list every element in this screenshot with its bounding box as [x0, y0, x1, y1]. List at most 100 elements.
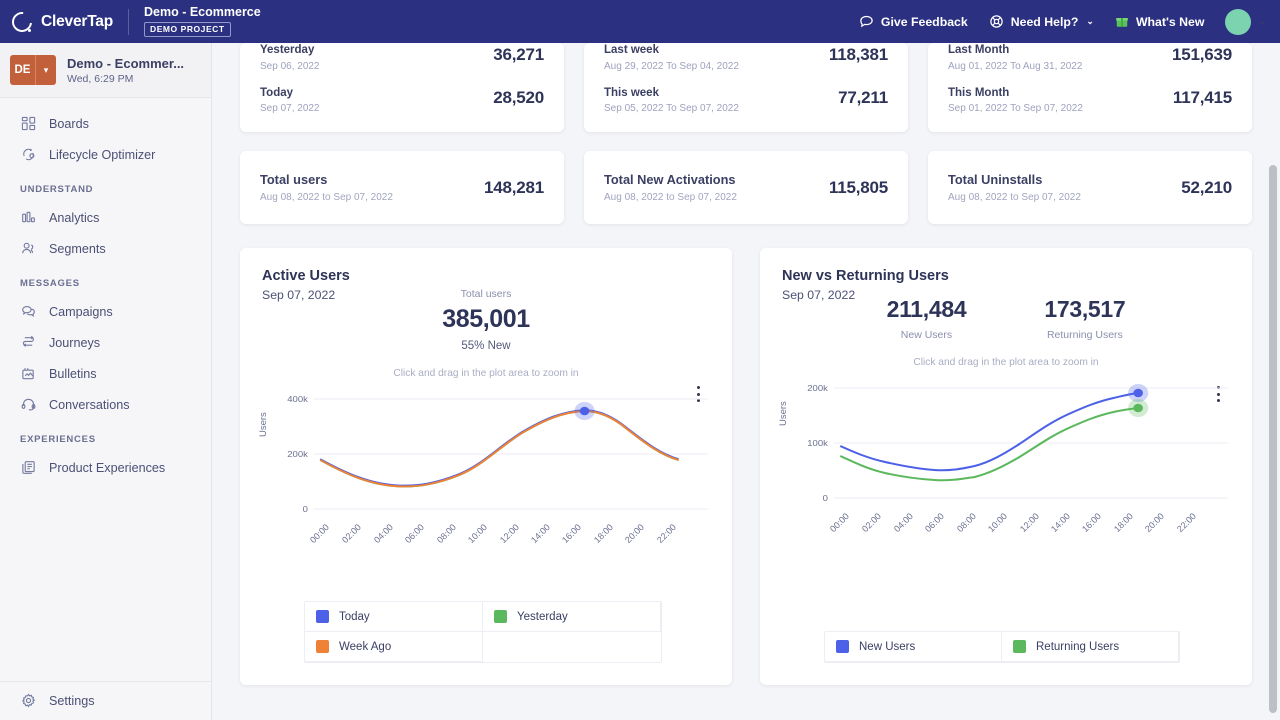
metric-label-block: Yesterday Sep 06, 2022 — [260, 43, 320, 72]
legend-item-returning-users[interactable]: Returning Users — [1002, 632, 1179, 662]
ytick-label: 400k — [287, 394, 308, 403]
new-vs-returning-xaxis: 00:00 02:00 04:00 06:00 08:00 10:00 12:0… — [828, 524, 1222, 566]
ytick-label: 0 — [823, 493, 828, 502]
metric-cards-row: Yesterday Sep 06, 2022 36,271 Today Sep … — [240, 43, 1252, 132]
metric-title: Yesterday — [260, 43, 320, 59]
clevertap-logo-icon — [12, 12, 32, 32]
metric-card: Last week Aug 29, 2022 To Sep 04, 2022 1… — [584, 43, 908, 132]
metric-value: 77,211 — [838, 86, 888, 108]
sidebar-project-time: Wed, 6:29 PM — [67, 73, 184, 85]
total-new-activations-card: Total New Activations Aug 08, 2022 to Se… — [584, 151, 908, 224]
campaigns-icon — [20, 303, 37, 320]
sidebar-item-settings[interactable]: Settings — [0, 682, 211, 720]
legend-swatch — [316, 640, 329, 653]
brand-logo[interactable]: CleverTap — [12, 12, 113, 32]
lifecycle-icon — [20, 146, 37, 163]
sidebar-item-conversations[interactable]: Conversations — [0, 389, 211, 420]
kpi-value: 211,484 — [887, 296, 967, 323]
sidebar-item-label: Settings — [49, 694, 95, 708]
active-users-svg[interactable]: 400k 200k 0 — [262, 385, 710, 535]
hover-marker-returning-users[interactable] — [1133, 404, 1143, 413]
sidebar-item-label: Boards — [49, 117, 89, 131]
sidebar-item-label: Lifecycle Optimizer — [49, 148, 155, 162]
journeys-icon — [20, 334, 37, 351]
sidebar-item-label: Conversations — [49, 398, 130, 412]
project-avatar: DE ▾ — [10, 55, 56, 85]
metric-label-block: Last week Aug 29, 2022 To Sep 04, 2022 — [604, 43, 739, 72]
project-switcher[interactable]: DE ▾ Demo - Ecommer... Wed, 6:29 PM — [0, 43, 211, 98]
sidebar-item-segments[interactable]: Segments — [0, 233, 211, 264]
total-range: Aug 08, 2022 to Sep 07, 2022 — [260, 192, 393, 203]
totals-row: Total users Aug 08, 2022 to Sep 07, 2022… — [240, 151, 1252, 224]
panel-title: New vs Returning Users — [782, 268, 1230, 284]
boards-icon — [20, 115, 37, 132]
sidebar-footer: Settings — [0, 681, 211, 720]
legend-item-week-ago[interactable]: Week Ago — [305, 632, 483, 662]
sidebar-item-boards[interactable]: Boards — [0, 108, 211, 139]
legend-item-new-users[interactable]: New Users — [825, 632, 1002, 662]
hover-marker[interactable] — [580, 407, 590, 416]
help-circle-icon — [989, 14, 1004, 29]
gear-icon — [20, 692, 37, 709]
returning-users-kpi: 173,517 Returning Users — [1044, 296, 1125, 341]
sidebar-item-analytics[interactable]: Analytics — [0, 202, 211, 233]
new-users-kpi: 211,484 New Users — [887, 296, 967, 341]
chevron-down-icon[interactable]: ▾ — [36, 55, 56, 85]
metric-label-block: Today Sep 07, 2022 — [260, 86, 320, 115]
sidebar-item-campaigns[interactable]: Campaigns — [0, 296, 211, 327]
sidebar-item-label: Journeys — [49, 336, 100, 350]
new-vs-returning-svg[interactable]: 200k 100k 0 — [782, 374, 1230, 524]
avatar[interactable] — [1225, 9, 1251, 35]
sidebar-item-lifecycle-optimizer[interactable]: Lifecycle Optimizer — [0, 139, 211, 170]
kpi-value: 173,517 — [1044, 296, 1125, 323]
legend-swatch — [1013, 640, 1026, 653]
need-help-label: Need Help? — [1011, 15, 1079, 29]
ytick-label: 200k — [807, 383, 828, 392]
metric-label-block: This Month Sep 01, 2022 To Sep 07, 2022 — [948, 86, 1083, 115]
active-users-xaxis: 00:00 02:00 04:00 06:00 08:00 10:00 12:0… — [308, 535, 702, 577]
new-vs-returning-panel: New vs Returning Users Sep 07, 2022 211,… — [760, 248, 1252, 685]
kpi-subtext: 55% New — [262, 340, 710, 352]
total-label-block: Total Uninstalls Aug 08, 2022 to Sep 07,… — [948, 172, 1081, 203]
segments-icon — [20, 240, 37, 257]
total-label-block: Total users Aug 08, 2022 to Sep 07, 2022 — [260, 172, 393, 203]
active-users-plot[interactable]: 400k 200k 0 Users — [262, 385, 710, 535]
metric-title: Last Month — [948, 43, 1082, 59]
conversations-icon — [20, 396, 37, 413]
project-initials: DE — [10, 55, 36, 85]
account-menu[interactable]: ⌄ — [1225, 9, 1266, 35]
need-help-button[interactable]: Need Help? ⌄ — [989, 14, 1094, 29]
sidebar: DE ▾ Demo - Ecommer... Wed, 6:29 PM Boar… — [0, 43, 212, 720]
metric-card: Last Month Aug 01, 2022 To Aug 31, 2022 … — [928, 43, 1252, 132]
total-users-card: Total users Aug 08, 2022 to Sep 07, 2022… — [240, 151, 564, 224]
ytick-label: 200k — [287, 449, 308, 458]
panel-title: Active Users — [262, 268, 710, 284]
metric-title: This Month — [948, 86, 1083, 102]
zoom-hint: Click and drag in the plot area to zoom … — [782, 357, 1230, 368]
hover-marker-new-users[interactable] — [1133, 389, 1143, 398]
series-lines — [320, 410, 678, 486]
sidebar-section-understand: UNDERSTAND — [0, 170, 211, 202]
legend-label: Today — [339, 611, 370, 623]
new-vs-returning-legend: New Users Returning Users — [824, 631, 1180, 663]
legend-item-today[interactable]: Today — [305, 602, 483, 632]
give-feedback-button[interactable]: Give Feedback — [859, 14, 968, 29]
kpi-label: Returning Users — [1044, 329, 1125, 341]
sidebar-section-messages: MESSAGES — [0, 264, 211, 296]
legend-item-yesterday[interactable]: Yesterday — [483, 602, 661, 632]
whats-new-button[interactable]: What's New — [1115, 14, 1205, 29]
sidebar-item-journeys[interactable]: Journeys — [0, 327, 211, 358]
brand-divider — [128, 9, 129, 35]
ytick-label: 100k — [807, 438, 828, 447]
new-vs-returning-plot[interactable]: 200k 100k 0 Users — [782, 374, 1230, 524]
sidebar-item-label: Campaigns — [49, 305, 113, 319]
sidebar-item-product-experiences[interactable]: Product Experiences — [0, 452, 211, 483]
metric-label-block: This week Sep 05, 2022 To Sep 07, 2022 — [604, 86, 739, 115]
metric-value: 151,639 — [1172, 43, 1232, 65]
chevron-down-icon: ⌄ — [1086, 16, 1094, 27]
vertical-scrollbar-thumb[interactable] — [1269, 165, 1277, 713]
analytics-icon — [20, 209, 37, 226]
sidebar-item-bulletins[interactable]: Bulletins — [0, 358, 211, 389]
legend-label: Yesterday — [517, 611, 568, 623]
total-uninstalls-card: Total Uninstalls Aug 08, 2022 to Sep 07,… — [928, 151, 1252, 224]
